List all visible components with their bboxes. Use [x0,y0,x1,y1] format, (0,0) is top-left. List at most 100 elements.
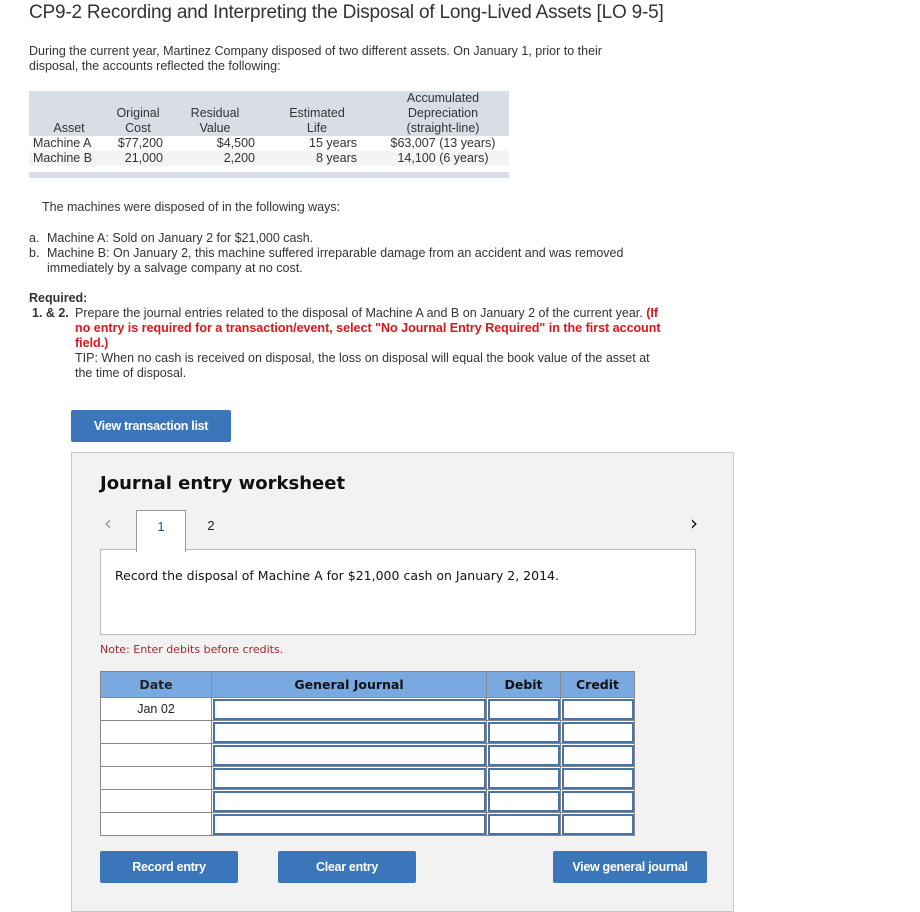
debit-input[interactable] [488,768,560,789]
journal-date [100,720,212,744]
chevron-right-icon[interactable]: › [690,511,698,535]
asset-name: Machine B [29,151,109,166]
item-text: Machine A: Sold on January 2 for $21,000… [47,231,314,245]
account-input[interactable] [213,722,486,743]
header-credit: Credit [560,671,635,698]
page-title: CP9-2 Recording and Interpreting the Dis… [29,2,664,23]
debit-input[interactable] [488,722,560,743]
account-input[interactable] [213,745,486,766]
estimated-life: 8 years [273,151,377,166]
journal-row [100,720,635,744]
journal-date [100,789,212,813]
required-tip: TIP: When no cash is received on disposa… [75,351,650,380]
debit-input-cell [486,789,561,813]
clear-entry-button[interactable]: Clear entry [278,851,416,883]
debit-input-cell [486,720,561,744]
journal-table: Date General Journal Debit Credit Jan 02 [100,671,635,836]
table-row: Machine A $77,200 $4,500 15 years $63,00… [29,136,509,151]
original-cost: 21,000 [109,151,171,166]
credit-input[interactable] [562,768,634,789]
journal-row: Jan 02 [100,697,635,721]
account-input[interactable] [213,814,486,835]
view-general-journal-button[interactable]: View general journal [553,851,707,883]
transaction-description: Record the disposal of Machine A for $21… [100,549,696,635]
header-accumulated-depreciation: Accumulated Depreciation (straight-line) [377,91,509,136]
debit-credit-note: Note: Enter debits before credits. [100,643,284,656]
residual-value: 2,200 [171,151,273,166]
item-text: Machine B: On January 2, this machine su… [47,246,624,275]
credit-input[interactable] [562,745,634,766]
account-input-cell [211,720,487,744]
residual-value: $4,500 [171,136,273,151]
credit-input[interactable] [562,722,634,743]
original-cost: $77,200 [109,136,171,151]
view-transaction-list-button[interactable]: View transaction list [71,410,231,442]
debit-input[interactable] [488,699,560,720]
journal-date [100,766,212,790]
account-input-cell [211,812,487,836]
header-general-journal: General Journal [211,671,487,698]
accumulated-depreciation: 14,100 (6 years) [377,151,509,166]
journal-date: Jan 02 [100,697,212,721]
credit-input-cell [560,697,635,721]
journal-row [100,789,635,813]
tab-1[interactable]: 1 [136,510,186,552]
header-original-cost: Original Cost [109,91,171,136]
required-heading: Required: [29,291,88,305]
debit-input-cell [486,812,561,836]
account-input-cell [211,766,487,790]
tab-2[interactable]: 2 [186,510,236,550]
table-footer-bar [29,172,509,178]
intro-text: During the current year, Martinez Compan… [29,44,602,73]
credit-input-cell [560,812,635,836]
header-date: Date [100,671,212,698]
accumulated-depreciation: $63,007 (13 years) [377,136,509,151]
worksheet-title: Journal entry worksheet [100,473,346,494]
credit-input-cell [560,766,635,790]
required-text: Prepare the journal entries related to t… [75,306,643,320]
asset-table-header-row: Asset Original Cost Residual Value Estimat… [29,91,509,136]
asset-table: Asset Original Cost Residual Value Estimat… [29,91,509,166]
debit-input-cell [486,766,561,790]
chevron-left-icon[interactable]: ‹ [104,511,112,535]
header-estimated-life: Estimated Life [273,91,377,136]
required-number: 1. & 2. [32,306,69,320]
journal-row [100,812,635,836]
journal-header-row: Date General Journal Debit Credit [100,671,635,698]
item-label: a. [29,231,40,245]
journal-entry-worksheet: Journal entry worksheet ‹ › 1 2 Record t… [71,452,734,912]
credit-input[interactable] [562,814,634,835]
header-residual-value: Residual Value [171,91,273,136]
header-debit: Debit [486,671,561,698]
asset-name: Machine A [29,136,109,151]
item-label: b. [29,246,40,260]
credit-input[interactable] [562,699,634,720]
debit-input[interactable] [488,814,560,835]
disposal-list: a. Machine A: Sold on January 2 for $21,0… [29,231,669,276]
account-input-cell [211,789,487,813]
header-asset: Asset [29,91,109,136]
record-entry-button[interactable]: Record entry [100,851,238,883]
disposal-intro: The machines were disposed of in the fol… [42,200,341,214]
estimated-life: 15 years [273,136,377,151]
credit-input-cell [560,743,635,767]
account-input[interactable] [213,768,486,789]
debit-input[interactable] [488,745,560,766]
required-section: Required: 1. & 2. Prepare the journal en… [29,291,669,381]
list-item: b. Machine B: On January 2, this machine … [29,246,669,276]
account-input[interactable] [213,791,486,812]
list-item: a. Machine A: Sold on January 2 for $21,0… [29,231,669,246]
credit-input[interactable] [562,791,634,812]
journal-date [100,743,212,767]
debit-input-cell [486,743,561,767]
credit-input-cell [560,720,635,744]
journal-row [100,743,635,767]
table-row: Machine B 21,000 2,200 8 years 14,100 (6… [29,151,509,166]
debit-input[interactable] [488,791,560,812]
account-input-cell [211,743,487,767]
account-input-cell [211,697,487,721]
journal-row [100,766,635,790]
credit-input-cell [560,789,635,813]
journal-date [100,812,212,836]
account-input[interactable] [213,699,486,720]
